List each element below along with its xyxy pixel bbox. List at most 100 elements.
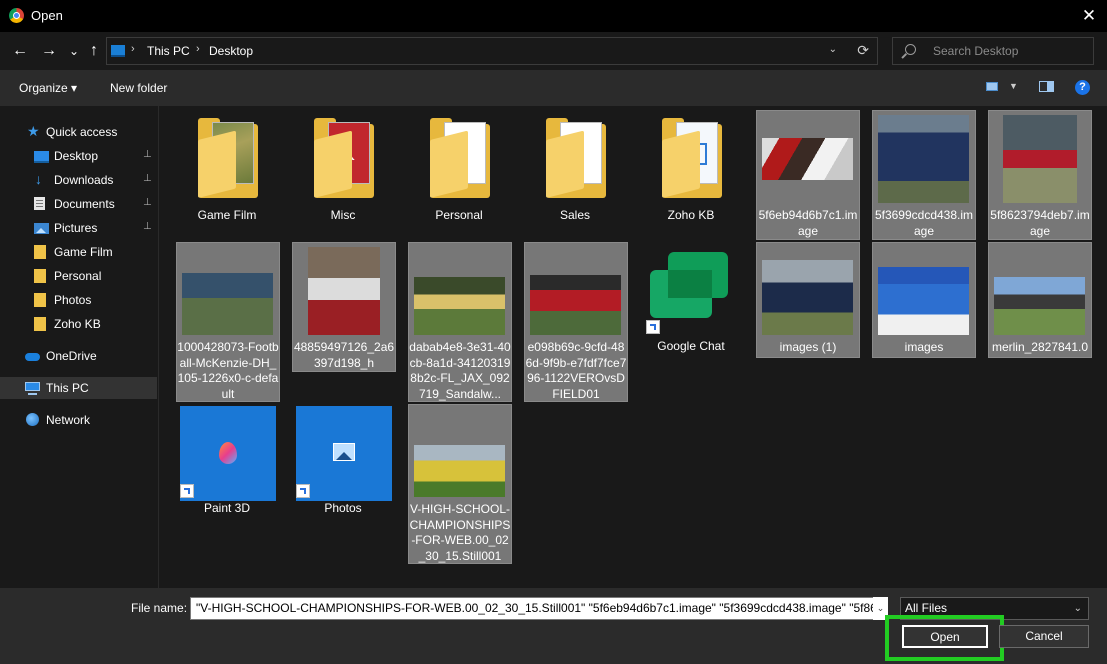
paint-3d-icon [180,406,276,501]
folder-icon: ⋏ [430,118,492,198]
star-icon: ★ [27,123,40,139]
sidebar-item-desktop[interactable]: Desktop ⊥ [0,145,157,167]
sidebar-item-documents[interactable]: Documents ⊥ [0,193,157,215]
pin-icon: ⊥ [143,173,152,184]
file-name: Zoho KB [667,208,715,222]
image-file-item[interactable]: images (1) [756,242,860,358]
search-box[interactable] [892,37,1094,65]
sidebar-item-label: Downloads [54,173,114,187]
file-name: Misc [330,208,356,222]
photos-app-icon [296,406,392,501]
shortcut-item[interactable]: Google Chat [640,242,744,372]
preview-pane-icon[interactable] [1039,81,1054,92]
change-view-icon[interactable] [986,82,998,91]
file-name: 5f3699cdcd438.image [874,208,974,238]
folder-icon [34,245,46,259]
pin-icon: ⊥ [143,149,152,160]
file-name: Game Film [197,208,257,222]
shortcut-arrow-icon [296,484,310,498]
image-thumbnail [1003,115,1077,203]
pictures-icon [34,223,49,234]
chevron-down-icon: ⌄ [1073,603,1082,614]
sidebar-item-label: Desktop [54,149,99,163]
image-thumbnail [414,277,505,335]
refresh-icon[interactable]: ⟳ [857,42,869,59]
file-name: 5f8623794deb7.image [990,208,1090,238]
folder-item[interactable]: ⋏ Misc [292,110,396,240]
sidebar-item-photos[interactable]: Photos [0,289,157,311]
desktop-icon [34,151,49,163]
forward-arrow-icon[interactable]: → [38,40,60,62]
sidebar-item-label: Quick access [46,125,118,139]
file-type-value: All Files [905,601,948,615]
image-file-item[interactable]: images [872,242,976,358]
sidebar-item-this-pc[interactable]: This PC [0,377,157,399]
folder-item[interactable]: Zoho KB [640,110,744,240]
file-name: 48859497126_2a6397d198_h [293,340,395,370]
breadcrumb-desktop[interactable]: Desktop [209,44,253,58]
image-file-item[interactable]: 48859497126_2a6397d198_h [292,242,396,372]
sidebar-item-onedrive[interactable]: OneDrive [0,345,157,367]
sidebar-item-label: Game Film [54,245,113,259]
image-file-item[interactable]: dabab4e8-3e31-40cb-8a1d-341203198b2c-FL_… [408,242,512,402]
sidebar-item-network[interactable]: Network [0,409,157,431]
chrome-icon [9,8,24,23]
document-icon [34,197,45,210]
breadcrumb-this-pc[interactable]: This PC [147,44,190,58]
shortcut-item[interactable]: Photos [292,404,396,520]
sidebar-item-game-film[interactable]: Game Film [0,241,157,263]
back-arrow-icon[interactable]: ← [9,40,31,62]
address-bar[interactable]: › This PC › Desktop ⌄ ⟳ [106,37,878,65]
shortcut-arrow-icon [646,320,660,334]
shortcut-arrow-icon [180,484,194,498]
file-name: V-HIGH-SCHOOL-CHAMPIONSHIPS-FOR-WEB.00_0… [409,502,511,563]
new-folder-button[interactable]: New folder [110,81,167,95]
address-dropdown-chevron-icon[interactable]: ⌄ [829,44,837,55]
image-file-item[interactable]: 5f6eb94d6b7c1.image [756,110,860,240]
pc-icon [25,382,40,395]
recent-locations-chevron-icon[interactable]: ⌄ [63,40,85,62]
image-thumbnail [182,273,273,335]
folder-icon [34,317,46,331]
sidebar-item-zoho-kb[interactable]: Zoho KB [0,313,157,335]
image-file-item[interactable]: 1000428073-Football-McKenzie-DH_105-1226… [176,242,280,402]
network-icon [26,413,39,426]
file-name: e098b69c-9cfd-486d-9f9b-e7fdf7fce796-112… [525,340,627,401]
image-file-item[interactable]: V-HIGH-SCHOOL-CHAMPIONSHIPS-FOR-WEB.00_0… [408,404,512,564]
folder-icon [34,269,46,283]
file-name: Personal [435,208,483,222]
cloud-icon [25,353,40,361]
sidebar-item-pictures[interactable]: Pictures ⊥ [0,217,157,239]
pin-icon: ⊥ [143,221,152,232]
sidebar-item-personal[interactable]: Personal [0,265,157,287]
image-file-item[interactable]: merlin_2827841.0 [988,242,1092,358]
sidebar-item-quick-access[interactable]: ★ Quick access [0,121,157,143]
this-pc-icon [111,45,125,57]
cancel-button[interactable]: Cancel [999,625,1089,648]
folder-item[interactable]: Game Film [176,110,280,240]
folder-item[interactable]: ⋏ Personal [408,110,512,240]
navigation-bar: ← → ⌄ ↑ › This PC › Desktop ⌄ ⟳ [0,32,1107,70]
file-name-label: File name: [131,601,188,615]
image-file-item[interactable]: 5f3699cdcd438.image [872,110,976,240]
organize-menu-button[interactable]: Organize ▾ [19,81,77,95]
file-dialog-footer: File name: "V-HIGH-SCHOOL-CHAMPIONSHIPS-… [0,588,1107,664]
command-bar: Organize ▾ New folder ▼ ? [0,70,1107,106]
up-arrow-icon[interactable]: ↑ [83,40,105,62]
file-name-input[interactable]: "V-HIGH-SCHOOL-CHAMPIONSHIPS-FOR-WEB.00_… [190,597,888,620]
image-thumbnail [414,445,505,497]
close-icon[interactable]: ✕ [1071,0,1107,32]
search-input[interactable] [931,43,1090,59]
open-button[interactable]: Open [902,625,988,648]
image-file-item[interactable]: e098b69c-9cfd-486d-9f9b-e7fdf7fce796-112… [524,242,628,402]
help-icon[interactable]: ? [1075,80,1090,95]
breadcrumb-separator: › [131,43,135,55]
sidebar-item-label: OneDrive [46,349,97,363]
view-options-chevron-icon[interactable]: ▼ [1009,81,1018,91]
sidebar-item-downloads[interactable]: ↓ Downloads ⊥ [0,169,157,191]
sidebar-item-label: This PC [46,381,89,395]
image-file-item[interactable]: 5f8623794deb7.image [988,110,1092,240]
folder-item[interactable]: ⋏ Sales [524,110,628,240]
image-thumbnail [308,247,380,335]
shortcut-item[interactable]: Paint 3D [176,404,280,520]
